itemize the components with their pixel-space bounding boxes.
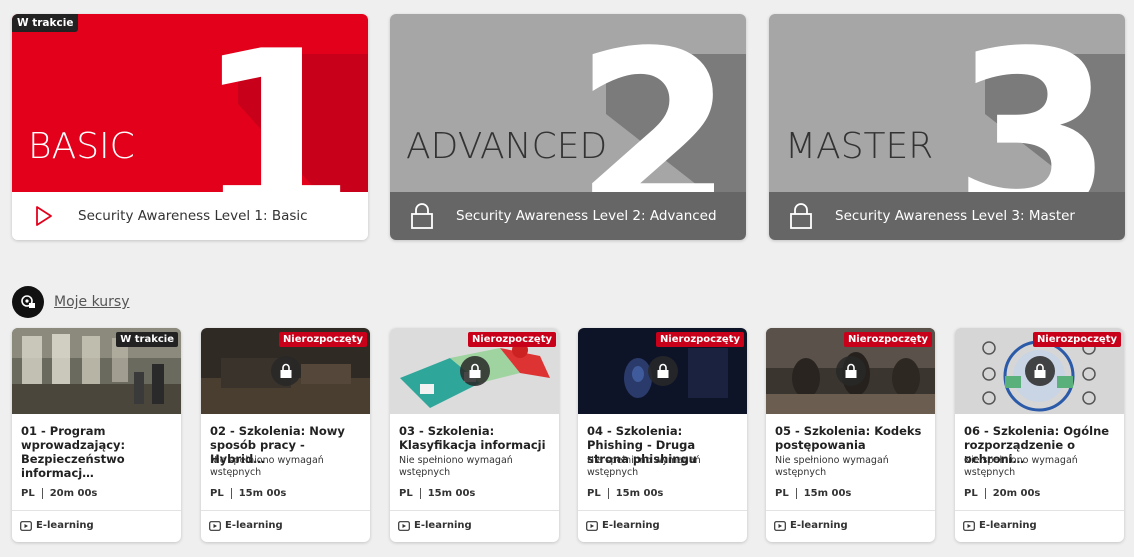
course-type-label: E-learning <box>414 520 472 531</box>
course-type-label: E-learning <box>979 520 1037 531</box>
course-requirement: Nie spełniono wymagań wstępnych <box>587 455 701 478</box>
course-type-label: E-learning <box>225 520 283 531</box>
course-meta: PL 15m 00s <box>399 488 475 499</box>
course-card[interactable]: W trakcie 01 - Program wprowadzający: Be… <box>12 328 181 542</box>
status-badge: Nierozpoczęty <box>278 332 367 347</box>
course-language: PL <box>399 488 413 499</box>
play-icon <box>32 202 56 230</box>
course-requirement: Nie spełniono wymagań wstępnych <box>775 455 889 478</box>
lock-icon <box>1025 356 1055 386</box>
course-meta: PL 15m 00s <box>210 488 286 499</box>
level-card-basic[interactable]: 1 BASIC W trakcie Security Awareness Lev… <box>12 14 368 240</box>
my-courses-link[interactable]: Moje kursy <box>54 294 129 310</box>
course-type: E-learning <box>963 520 1037 531</box>
video-icon <box>586 520 598 531</box>
level-name: BASIC <box>28 126 135 167</box>
video-icon <box>963 520 975 531</box>
lock-icon <box>648 356 678 386</box>
level-card-master[interactable]: 3 MASTER Security Awareness Level 3: Mas… <box>769 14 1125 240</box>
lock-icon <box>460 356 490 386</box>
status-badge: Nierozpoczęty <box>1032 332 1121 347</box>
course-language: PL <box>210 488 224 499</box>
course-meta: PL 15m 00s <box>587 488 663 499</box>
level-name: ADVANCED <box>406 126 608 167</box>
course-duration: 20m 00s <box>49 488 98 499</box>
level-footer[interactable]: Security Awareness Level 3: Master <box>769 192 1125 240</box>
course-duration: 15m 00s <box>427 488 476 499</box>
lock-icon <box>789 202 813 230</box>
course-card[interactable]: Nierozpoczęty 04 - Szkolenia: Phishing -… <box>578 328 747 542</box>
status-badge: W trakcie <box>116 332 178 347</box>
status-badge: Nierozpoczęty <box>843 332 932 347</box>
course-card[interactable]: Nierozpoczęty 03 - Szkolenia: Klasyfikac… <box>390 328 559 542</box>
level-label: Security Awareness Level 3: Master <box>835 208 1075 224</box>
level-card-advanced[interactable]: 2 ADVANCED Security Awareness Level 2: A… <box>390 14 746 240</box>
course-card[interactable]: Nierozpoczęty 05 - Szkolenia: Kodeks pos… <box>766 328 935 542</box>
status-badge: W trakcie <box>12 14 79 32</box>
video-icon <box>398 520 410 531</box>
course-meta: PL 15m 00s <box>775 488 851 499</box>
course-language: PL <box>964 488 978 499</box>
course-type-label: E-learning <box>790 520 848 531</box>
course-type: E-learning <box>20 520 94 531</box>
course-title: 05 - Szkolenia: Kodeks postępowania <box>775 424 922 452</box>
course-language: PL <box>21 488 35 499</box>
course-meta: PL 20m 00s <box>964 488 1040 499</box>
level-number: 3 <box>952 14 1113 193</box>
level-banner: 3 MASTER <box>769 14 1125 192</box>
course-title: 01 - Program wprowadzający: Bezpieczeńst… <box>21 424 126 480</box>
level-footer[interactable]: Security Awareness Level 2: Advanced <box>390 192 746 240</box>
course-duration: 20m 00s <box>992 488 1041 499</box>
course-requirement: Nie spełniono wymagań wstępnych <box>210 455 324 478</box>
lock-icon <box>836 356 866 386</box>
level-footer[interactable]: Security Awareness Level 1: Basic <box>12 192 368 240</box>
course-duration: 15m 00s <box>238 488 287 499</box>
course-meta: PL 20m 00s <box>21 488 97 499</box>
courses-icon <box>12 286 44 318</box>
course-type: E-learning <box>586 520 660 531</box>
status-badge: Nierozpoczęty <box>655 332 744 347</box>
video-icon <box>20 520 32 531</box>
course-type: E-learning <box>209 520 283 531</box>
course-card[interactable]: Nierozpoczęty 06 - Szkolenia: Ogólne roz… <box>955 328 1124 542</box>
course-language: PL <box>587 488 601 499</box>
course-requirement: Nie spełniono wymagań wstępnych <box>964 455 1078 478</box>
course-duration: 15m 00s <box>803 488 852 499</box>
status-badge: Nierozpoczęty <box>467 332 556 347</box>
course-type: E-learning <box>398 520 472 531</box>
level-name: MASTER <box>785 126 934 167</box>
course-type: E-learning <box>774 520 848 531</box>
video-icon <box>774 520 786 531</box>
lock-icon <box>271 356 301 386</box>
level-number: 1 <box>195 14 356 193</box>
course-card[interactable]: Nierozpoczęty 02 - Szkolenia: Nowy sposó… <box>201 328 370 542</box>
course-type-label: E-learning <box>602 520 660 531</box>
course-language: PL <box>775 488 789 499</box>
level-label: Security Awareness Level 1: Basic <box>78 208 308 224</box>
level-banner: 1 BASIC <box>12 14 368 192</box>
level-banner: 2 ADVANCED <box>390 14 746 192</box>
course-duration: 15m 00s <box>615 488 664 499</box>
level-label: Security Awareness Level 2: Advanced <box>456 208 717 224</box>
course-title: 03 - Szkolenia: Klasyfikacja informacji <box>399 424 546 452</box>
lock-icon <box>410 202 434 230</box>
course-type-label: E-learning <box>36 520 94 531</box>
course-requirement: Nie spełniono wymagań wstępnych <box>399 455 513 478</box>
video-icon <box>209 520 221 531</box>
my-courses-header: Moje kursy <box>12 286 129 318</box>
